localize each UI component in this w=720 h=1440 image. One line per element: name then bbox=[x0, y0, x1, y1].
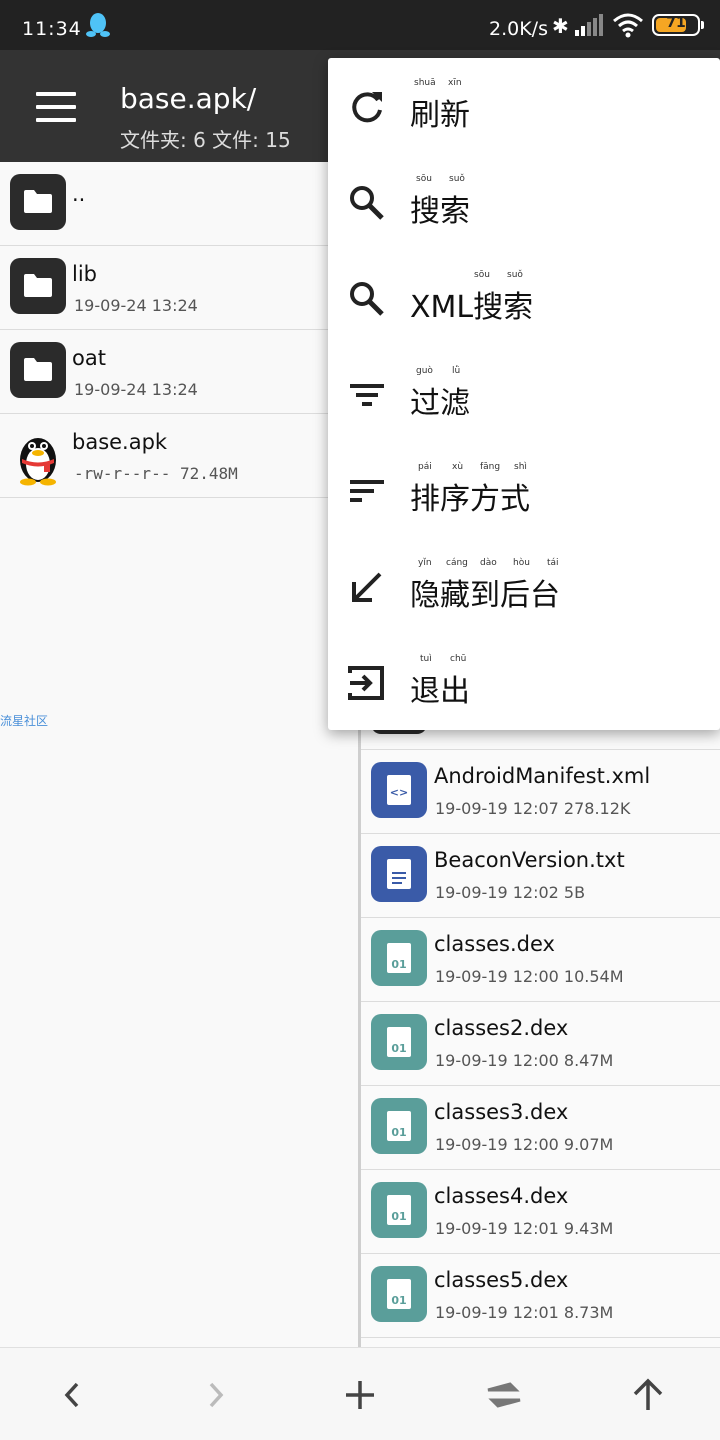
chevron-right-icon bbox=[209, 1382, 224, 1407]
file-name: classes.dex bbox=[434, 932, 555, 956]
file-name: oat bbox=[72, 346, 106, 370]
battery-level: 71 bbox=[666, 15, 686, 31]
dex-file-icon: 01 bbox=[371, 1014, 427, 1070]
dex-file-icon: 01 bbox=[371, 1098, 427, 1154]
search-icon bbox=[350, 186, 384, 220]
menu-item-refresh[interactable]: shuā xīn 刷新 bbox=[328, 58, 720, 154]
arrow-down-left-icon bbox=[352, 572, 382, 602]
menu-item-search[interactable]: sōu suǒ 搜索 bbox=[328, 154, 720, 250]
file-meta: 19-09-24 13:24 bbox=[74, 380, 198, 399]
refresh-icon bbox=[352, 92, 382, 123]
bottom-action-bar bbox=[0, 1347, 720, 1440]
file-name: BeaconVersion.txt bbox=[434, 848, 625, 872]
qq-app-icon bbox=[20, 438, 56, 486]
list-item-classes2-dex[interactable]: 01 classes2.dex 19-09-19 12:00 8.47M bbox=[361, 1002, 720, 1086]
watermark: 流星社区 bbox=[0, 714, 49, 728]
menu-item-hide-background[interactable]: yǐn cáng dào hòu tái 隐藏到后台 bbox=[328, 538, 720, 634]
wifi-icon bbox=[613, 13, 643, 38]
folder-icon bbox=[10, 258, 66, 314]
menu-item-label: XML搜索 bbox=[410, 290, 534, 325]
network-speed: 2.0K/s bbox=[489, 18, 548, 40]
list-item-oat[interactable]: oat 19-09-24 13:24 bbox=[0, 330, 358, 414]
dex-file-icon: 01 bbox=[371, 1266, 427, 1322]
file-name: classes3.dex bbox=[434, 1100, 569, 1124]
list-item-androidmanifest[interactable]: <> AndroidManifest.xml 19-09-19 12:07 27… bbox=[361, 750, 720, 834]
dex-file-icon: 01 bbox=[371, 930, 427, 986]
file-meta: -rw-r--r-- 72.48M bbox=[74, 464, 238, 483]
exit-icon bbox=[348, 666, 384, 700]
file-name: classes5.dex bbox=[434, 1268, 569, 1292]
status-bar: 11:34 2.0K/s ✱ 71 bbox=[0, 0, 720, 50]
menu-item-filter[interactable]: guò lǜ 过滤 bbox=[328, 346, 720, 442]
menu-item-sort[interactable]: pái xù fāng shì 排序方式 bbox=[328, 442, 720, 538]
list-item-beaconversion[interactable]: BeaconVersion.txt 19-09-19 12:02 5B bbox=[361, 834, 720, 918]
filter-icon bbox=[350, 384, 384, 406]
file-meta: 19-09-19 12:07 278.12K bbox=[435, 799, 631, 818]
file-name: lib bbox=[72, 262, 97, 286]
file-meta: 19-09-19 12:01 8.73M bbox=[435, 1303, 614, 1322]
file-meta: 19-09-19 12:01 9.43M bbox=[435, 1219, 614, 1238]
overflow-menu: shuā xīn 刷新 sōu suǒ 搜索 sōu suǒ XML搜索 guò… bbox=[328, 58, 720, 730]
file-name: AndroidManifest.xml bbox=[434, 764, 651, 788]
file-name: classes2.dex bbox=[434, 1016, 569, 1040]
list-item-lib[interactable]: lib 19-09-24 13:24 bbox=[0, 246, 358, 330]
file-meta: 19-09-19 12:00 10.54M bbox=[435, 967, 624, 986]
sort-icon bbox=[350, 480, 384, 502]
menu-item-label: 刷新 bbox=[410, 98, 470, 133]
battery-icon: 71 bbox=[652, 14, 704, 36]
menu-item-label: 退出 bbox=[410, 674, 470, 709]
list-item-classes4-dex[interactable]: 01 classes4.dex 19-09-19 12:01 9.43M bbox=[361, 1170, 720, 1254]
back-button[interactable] bbox=[0, 1348, 144, 1440]
status-time: 11:34 bbox=[22, 18, 82, 40]
menu-item-label: 过滤 bbox=[410, 386, 470, 421]
list-item-parent-dir[interactable]: .. bbox=[0, 162, 358, 246]
chevron-left-icon bbox=[64, 1382, 79, 1407]
file-meta: 19-09-24 13:24 bbox=[74, 296, 198, 315]
file-name: base.apk bbox=[72, 430, 168, 454]
up-button[interactable] bbox=[576, 1348, 720, 1440]
file-meta: 19-09-19 12:00 8.47M bbox=[435, 1051, 614, 1070]
list-item-classes3-dex[interactable]: 01 classes3.dex 19-09-19 12:00 9.07M bbox=[361, 1086, 720, 1170]
hamburger-menu-icon[interactable] bbox=[36, 92, 76, 122]
text-file-icon bbox=[371, 846, 427, 902]
dex-file-icon: 01 bbox=[371, 1182, 427, 1238]
signal-icon bbox=[575, 14, 603, 36]
menu-item-exit[interactable]: tuì chū 退出 bbox=[328, 634, 720, 730]
page-subtitle: 文件夹: 6 文件: 15 bbox=[120, 128, 291, 152]
search-icon bbox=[350, 282, 384, 316]
menu-item-label: 排序方式 bbox=[410, 482, 530, 517]
page-title: base.apk/ bbox=[120, 82, 257, 115]
bluetooth-icon: ✱ bbox=[552, 14, 569, 38]
folder-icon bbox=[10, 174, 66, 230]
menu-item-xml-search[interactable]: sōu suǒ XML搜索 bbox=[328, 250, 720, 346]
menu-item-label: 隐藏到后台 bbox=[410, 578, 560, 613]
forward-button[interactable] bbox=[144, 1348, 288, 1440]
swap-button[interactable] bbox=[432, 1348, 576, 1440]
file-name: classes4.dex bbox=[434, 1184, 569, 1208]
plus-icon bbox=[346, 1380, 374, 1409]
menu-item-label: 搜索 bbox=[410, 194, 470, 229]
file-name: .. bbox=[72, 182, 86, 206]
folder-icon bbox=[10, 342, 66, 398]
xml-file-icon: <> bbox=[371, 762, 427, 818]
file-meta: 19-09-19 12:02 5B bbox=[435, 883, 586, 902]
list-item-classes5-dex[interactable]: 01 classes5.dex 19-09-19 12:01 8.73M bbox=[361, 1254, 720, 1338]
file-meta: 19-09-19 12:00 9.07M bbox=[435, 1135, 614, 1154]
left-file-pane: .. lib 19-09-24 13:24 oat 19-09-24 13:24 bbox=[0, 162, 360, 1347]
list-item-base-apk[interactable]: base.apk -rw-r--r-- 72.48M bbox=[0, 414, 358, 498]
add-button[interactable] bbox=[288, 1348, 432, 1440]
swap-icon bbox=[487, 1381, 521, 1408]
arrow-up-icon bbox=[633, 1378, 663, 1410]
qq-notification-icon bbox=[86, 13, 110, 37]
list-item-classes-dex[interactable]: 01 classes.dex 19-09-19 12:00 10.54M bbox=[361, 918, 720, 1002]
